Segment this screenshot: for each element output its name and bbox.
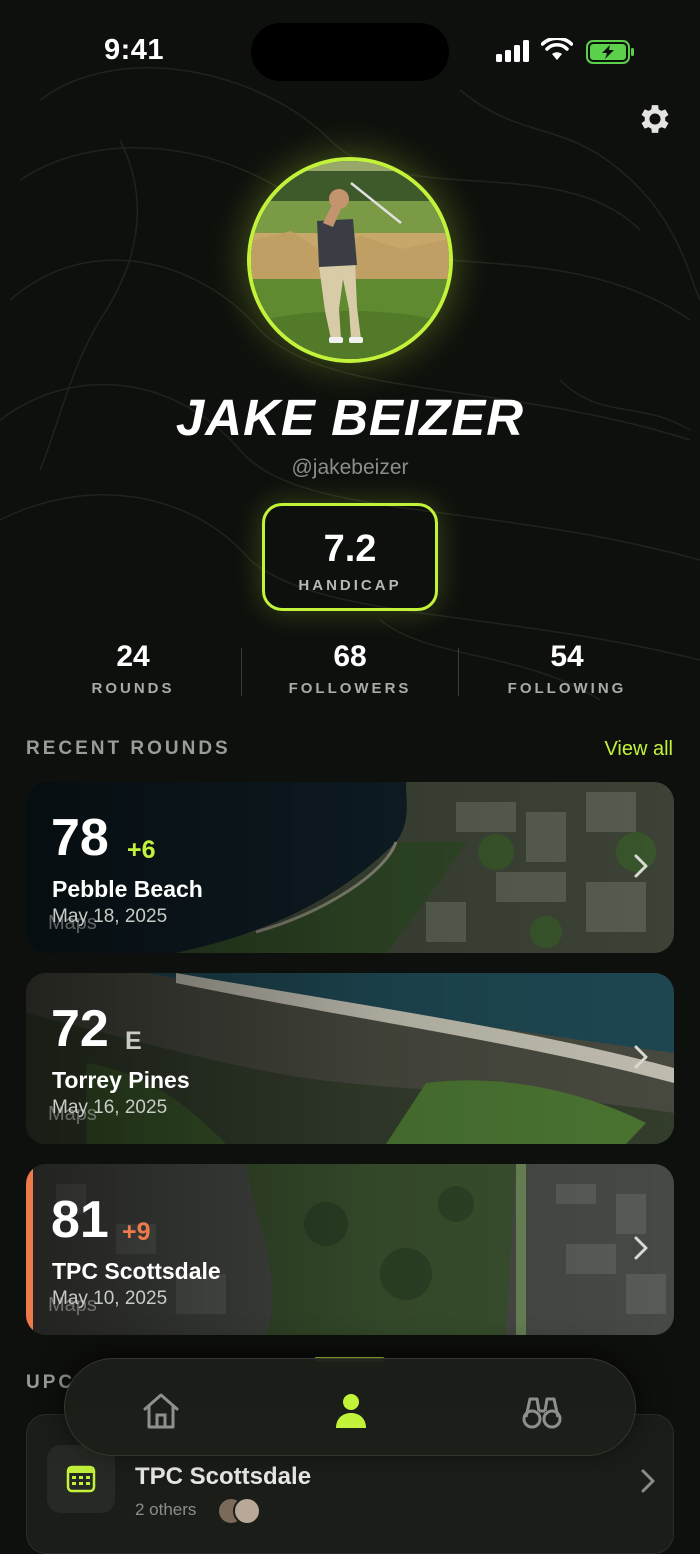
round-card-tpc-scottsdale[interactable]: 81 +9 TPC Scottsdale Maps May 10, 2025 <box>26 1164 674 1335</box>
round-date: May 10, 2025 <box>52 1288 168 1309</box>
stat-rounds[interactable]: 24 ROUNDS <box>25 640 241 697</box>
chevron-right-icon <box>634 854 648 878</box>
stat-followers-value: 68 <box>333 640 367 673</box>
dynamic-island <box>251 23 449 81</box>
profile-avatar[interactable] <box>247 157 453 363</box>
round-score-to-par: +9 <box>122 1218 151 1246</box>
status-bar: 9:41 <box>0 0 700 100</box>
person-icon[interactable] <box>329 1389 373 1433</box>
round-date: May 16, 2025 <box>52 1097 168 1118</box>
house-icon[interactable] <box>139 1389 183 1433</box>
round-course: TPC Scottsdale <box>52 1258 221 1284</box>
profile-stats: 24 ROUNDS 68 FOLLOWERS 54 FOLLOWING <box>25 640 675 710</box>
over-par-accent-bar <box>26 1164 33 1335</box>
battery-charging-icon <box>586 40 634 64</box>
round-card-pebble-beach[interactable]: 78 +6 Pebble Beach Maps May 18, 2025 <box>26 782 674 953</box>
recent-rounds-title: RECENT ROUNDS <box>26 738 231 759</box>
round-score-to-par: E <box>125 1027 142 1055</box>
upcoming-players: 2 others <box>135 1500 197 1519</box>
chevron-right-icon <box>634 1045 648 1069</box>
handicap-badge: 7.2 HANDICAP <box>262 503 438 611</box>
stat-following-value: 54 <box>550 640 584 673</box>
stat-rounds-value: 24 <box>116 640 150 673</box>
round-course: Torrey Pines <box>52 1067 190 1093</box>
chevron-right-icon <box>634 1236 648 1260</box>
status-time: 9:41 <box>104 34 165 66</box>
stat-followers[interactable]: 68 FOLLOWERS <box>242 640 458 697</box>
round-score: 78 <box>51 809 109 867</box>
stat-following-label: FOLLOWING <box>507 680 627 697</box>
stat-following[interactable]: 54 FOLLOWING <box>459 640 675 697</box>
settings-gear-icon[interactable] <box>636 100 674 138</box>
round-score: 81 <box>51 1191 109 1249</box>
handicap-value: 7.2 <box>323 528 377 570</box>
round-date: May 18, 2025 <box>52 906 168 927</box>
handicap-label: HANDICAP <box>298 577 402 594</box>
round-score-to-par: +6 <box>127 836 156 864</box>
wifi-icon <box>541 38 573 60</box>
binoculars-icon[interactable] <box>520 1389 564 1433</box>
cellular-signal-icon <box>496 40 529 62</box>
profile-handle: @jakebeizer <box>291 456 409 479</box>
chevron-right-icon <box>641 1469 655 1493</box>
upcoming-course: TPC Scottsdale <box>135 1463 312 1490</box>
stat-followers-label: FOLLOWERS <box>288 680 412 697</box>
profile-name: JAKE BEIZER <box>175 389 525 446</box>
stat-rounds-label: ROUNDS <box>91 680 175 697</box>
round-card-torrey-pines[interactable]: 72 E Torrey Pines Maps May 16, 2025 <box>26 973 674 1144</box>
round-score: 72 <box>51 1000 109 1058</box>
view-all-link[interactable]: View all <box>604 738 673 761</box>
round-course: Pebble Beach <box>52 876 203 902</box>
bottom-tab-bar <box>64 1358 636 1456</box>
